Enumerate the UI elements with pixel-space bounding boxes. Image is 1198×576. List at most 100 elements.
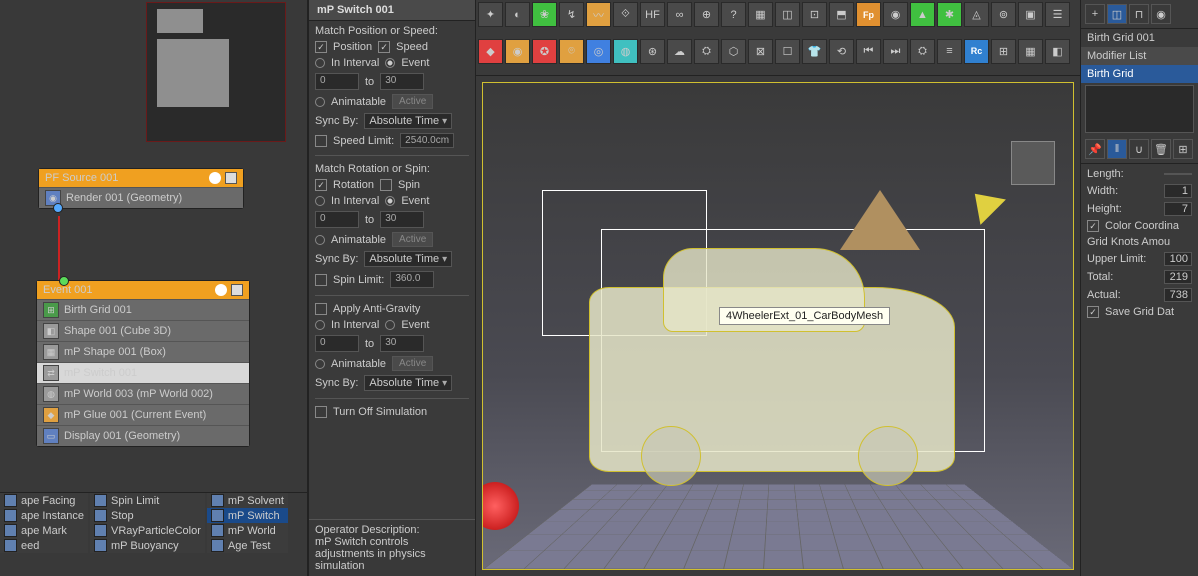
- tool-icon[interactable]: ◉: [505, 39, 530, 64]
- tool-icon[interactable]: ◎: [586, 39, 611, 64]
- tool-icon[interactable]: ∞: [667, 2, 692, 27]
- tool-icon[interactable]: ✦: [478, 2, 503, 27]
- animatable-radio3[interactable]: [315, 359, 325, 369]
- length-field[interactable]: [1164, 173, 1192, 175]
- op-item[interactable]: Spin Limit: [90, 493, 205, 508]
- viewcube[interactable]: [1011, 141, 1055, 185]
- bulb-icon[interactable]: [215, 284, 227, 296]
- spin-checkbox[interactable]: [380, 179, 392, 191]
- tool-icon[interactable]: ⊕: [694, 2, 719, 27]
- speed-limit-checkbox[interactable]: [315, 135, 327, 147]
- tool-icon[interactable]: ▦: [1018, 39, 1043, 64]
- position-checkbox[interactable]: [315, 41, 327, 53]
- event-radio3[interactable]: [385, 320, 395, 330]
- from-spinner3[interactable]: 0: [315, 335, 359, 352]
- node-row-mpglue[interactable]: ◆mP Glue 001 (Current Event): [37, 404, 249, 425]
- tool-icon[interactable]: ↯: [559, 2, 584, 27]
- tool-icon[interactable]: ◫: [775, 2, 800, 27]
- in-interval-radio3[interactable]: [315, 320, 325, 330]
- tool-icon[interactable]: ⌾: [559, 39, 584, 64]
- rotation-checkbox[interactable]: [315, 179, 327, 191]
- active-button[interactable]: Active: [392, 94, 433, 109]
- animatable-radio[interactable]: [315, 97, 325, 107]
- syncby-dropdown[interactable]: Absolute Time▾: [364, 113, 452, 129]
- op-item[interactable]: Stop: [90, 508, 205, 523]
- tool-icon[interactable]: ⬒: [829, 2, 854, 27]
- tool-icon[interactable]: ▦: [748, 2, 773, 27]
- tool-icon[interactable]: ≡: [937, 39, 962, 64]
- node-pf-source[interactable]: PF Source 001 ◉ Render 001 (Geometry): [38, 168, 244, 209]
- tool-icon[interactable]: ⟲: [829, 39, 854, 64]
- tool-icon[interactable]: ⟐: [613, 2, 638, 27]
- modify-tab-icon[interactable]: ◫: [1107, 4, 1127, 24]
- tool-icon[interactable]: ▲: [910, 2, 935, 27]
- node-row-display[interactable]: ▭Display 001 (Geometry): [37, 425, 249, 446]
- bulb-icon[interactable]: [209, 172, 221, 184]
- to-spinner3[interactable]: 30: [380, 335, 424, 352]
- tool-icon[interactable]: ☁: [667, 39, 692, 64]
- create-tab-icon[interactable]: +: [1085, 4, 1105, 24]
- op-item[interactable]: mP Solvent: [207, 493, 288, 508]
- event-radio[interactable]: [385, 58, 395, 68]
- operator-palette[interactable]: ape Facing ape Instance ape Mark eed Spi…: [0, 492, 307, 576]
- node-row-birthgrid[interactable]: ⊞Birth Grid 001: [37, 299, 249, 320]
- speed-limit-field[interactable]: 2540.0cm: [400, 133, 454, 148]
- from-spinner[interactable]: 0: [315, 73, 359, 90]
- node-row-mpswitch[interactable]: ⇄mP Switch 001: [37, 362, 249, 383]
- in-interval-radio[interactable]: [315, 58, 325, 68]
- upper-limit-field[interactable]: 100: [1164, 252, 1192, 266]
- antigrav-checkbox[interactable]: [315, 303, 327, 315]
- spin-limit-checkbox[interactable]: [315, 274, 327, 286]
- hierarchy-tab-icon[interactable]: ⊓: [1129, 4, 1149, 24]
- tool-icon[interactable]: HF: [640, 2, 665, 27]
- modifier-stack[interactable]: [1085, 85, 1194, 133]
- pyramid-object[interactable]: [840, 190, 920, 250]
- fp-button[interactable]: Fp: [856, 2, 881, 27]
- tool-icon[interactable]: ◍: [613, 39, 638, 64]
- turnoff-checkbox[interactable]: [315, 406, 327, 418]
- sphere-object[interactable]: [482, 482, 519, 530]
- remove-icon[interactable]: 🗑: [1151, 139, 1171, 159]
- node-title[interactable]: Event 001: [37, 281, 249, 299]
- from-spinner2[interactable]: 0: [315, 211, 359, 228]
- syncby-dropdown3[interactable]: Absolute Time▾: [364, 375, 452, 391]
- op-item[interactable]: ape Mark: [0, 523, 88, 538]
- tool-icon[interactable]: ⛭: [910, 39, 935, 64]
- node-row-shape[interactable]: ◧Shape 001 (Cube 3D): [37, 320, 249, 341]
- tool-icon[interactable]: 〰: [586, 2, 611, 27]
- tool-icon[interactable]: ⏮: [856, 39, 881, 64]
- expand-icon[interactable]: [225, 172, 237, 184]
- tool-icon[interactable]: ☰: [1045, 2, 1070, 27]
- op-item-selected[interactable]: mP Switch: [207, 508, 288, 523]
- tool-icon[interactable]: ◉: [883, 2, 908, 27]
- node-row[interactable]: ◉ Render 001 (Geometry): [39, 187, 243, 208]
- tool-icon[interactable]: ⬡: [721, 39, 746, 64]
- speed-checkbox[interactable]: [378, 41, 390, 53]
- animatable-radio2[interactable]: [315, 235, 325, 245]
- tool-icon[interactable]: ⊛: [640, 39, 665, 64]
- motion-tab-icon[interactable]: ◉: [1151, 4, 1171, 24]
- pin-icon[interactable]: 📌: [1085, 139, 1105, 159]
- show-end-icon[interactable]: ‖: [1107, 139, 1127, 159]
- config-icon[interactable]: ⊞: [1173, 139, 1193, 159]
- arrow-gizmo[interactable]: [962, 181, 1006, 225]
- node-row-mpworld[interactable]: ◍mP World 003 (mP World 002): [37, 383, 249, 404]
- active-button3[interactable]: Active: [392, 356, 433, 371]
- to-spinner2[interactable]: 30: [380, 211, 424, 228]
- save-grid-checkbox[interactable]: [1087, 306, 1099, 318]
- height-field[interactable]: 7: [1164, 202, 1192, 216]
- op-item[interactable]: mP World: [207, 523, 288, 538]
- modifier-list-label[interactable]: Modifier List: [1081, 47, 1198, 65]
- spin-limit-field[interactable]: 360.0: [390, 271, 434, 288]
- port-in[interactable]: [59, 276, 69, 286]
- event-radio2[interactable]: [385, 196, 395, 206]
- tool-icon[interactable]: ❀: [532, 2, 557, 27]
- to-spinner[interactable]: 30: [380, 73, 424, 90]
- 3d-viewport[interactable]: 4WheelerExt_01_CarBodyMesh: [482, 82, 1074, 570]
- node-event[interactable]: Event 001 ⊞Birth Grid 001 ◧Shape 001 (Cu…: [36, 280, 250, 447]
- tool-icon[interactable]: ⏭: [883, 39, 908, 64]
- op-item[interactable]: mP Buoyancy: [90, 538, 205, 553]
- tool-icon[interactable]: ⛭: [694, 39, 719, 64]
- node-editor[interactable]: PF Source 001 ◉ Render 001 (Geometry) Ev…: [0, 0, 308, 576]
- syncby-dropdown2[interactable]: Absolute Time▾: [364, 251, 452, 267]
